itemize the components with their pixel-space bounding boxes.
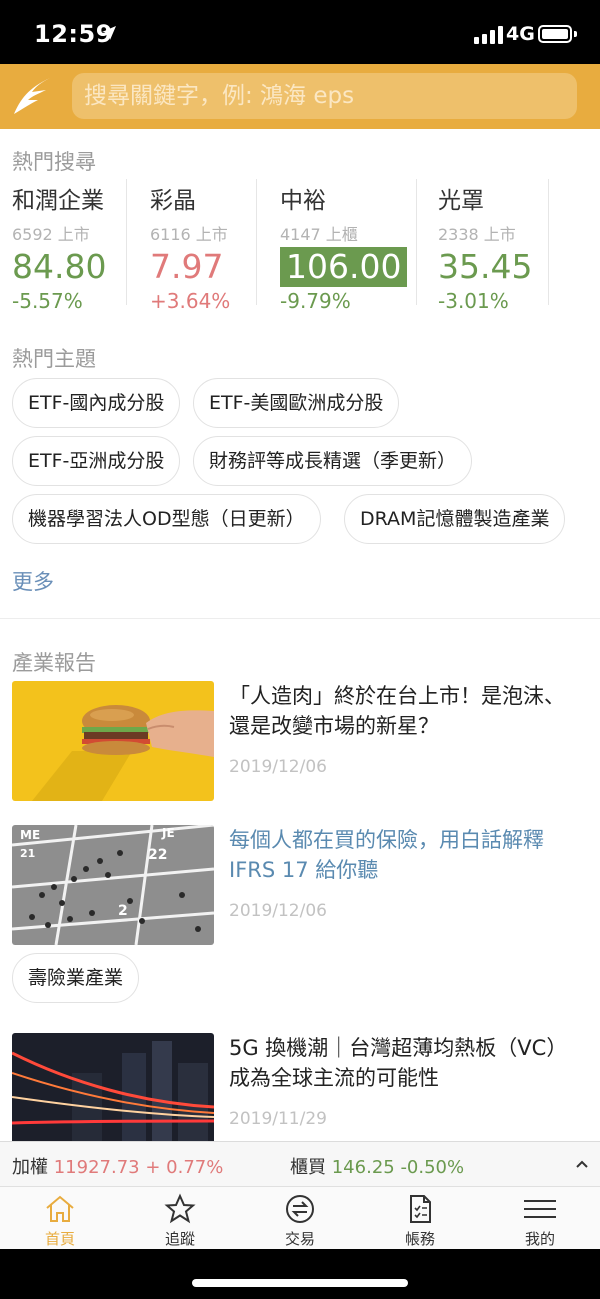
stock-price: 106.00 — [280, 247, 408, 287]
network-type: 4G — [506, 23, 535, 45]
home-icon — [46, 1195, 74, 1222]
report-date: 2019/12/06 — [229, 901, 327, 921]
battery-cap — [574, 31, 577, 37]
stock-change: +3.64% — [150, 289, 231, 313]
section-divider — [0, 618, 600, 619]
hot-search-title: 熱門搜尋 — [12, 150, 96, 174]
stock-name: 中裕 — [280, 188, 326, 214]
report-item[interactable]: 「人造肉」終於在台上市！是泡沫、還是改變市場的新星？ 2019/12/06 — [12, 681, 588, 803]
divider — [126, 179, 127, 305]
report-title[interactable]: 每個人都在買的保險，用白話解釋IFRS 17 給你聽 — [229, 825, 584, 885]
ticker-value: 146.25 -0.50% — [331, 1157, 465, 1178]
svg-text:JE: JE — [161, 826, 175, 840]
stock-price: 7.97 — [150, 247, 224, 286]
hot-topics-title: 熱門主題 — [12, 347, 96, 371]
app-logo[interactable] — [8, 70, 56, 122]
industry-reports-title: 產業報告 — [12, 651, 96, 675]
hot-stock-card[interactable]: 彩晶 6116 上市 7.97 +3.64% — [150, 181, 230, 313]
tab-label: 追蹤 — [164, 1230, 195, 1248]
hot-stock-card[interactable]: 光罩 2338 上市 35.45 -3.01% — [438, 181, 533, 313]
tab-label: 帳務 — [404, 1230, 435, 1248]
more-topics-link[interactable]: 更多 — [12, 566, 54, 596]
topic-chip[interactable]: DRAM記憶體製造產業 — [344, 494, 566, 544]
main-content[interactable]: 熱門搜尋 和潤企業 6592 上市 84.80 -5.57% 彩晶 6116 上… — [0, 129, 600, 1141]
tab-home[interactable]: 首頁 — [0, 1187, 120, 1250]
taiex-ticker: 加權 11927.73 + 0.77% — [12, 1153, 223, 1179]
stock-code: 2338 上市 — [438, 225, 516, 244]
report-title[interactable]: 「人造肉」終於在台上市！是泡沫、還是改變市場的新星？ — [229, 681, 584, 741]
topic-chip[interactable]: ETF-美國歐洲成分股 — [193, 378, 400, 428]
tab-profile[interactable]: 我的 — [480, 1187, 600, 1250]
stock-code: 6116 上市 — [150, 225, 228, 244]
status-bar: 12:59 4G — [0, 0, 600, 64]
stock-name: 光罩 — [438, 188, 484, 214]
index-ticker-bar[interactable]: 加權 11927.73 + 0.77% 櫃買 146.25 -0.50% — [0, 1141, 600, 1186]
svg-text:2: 2 — [118, 903, 128, 919]
city-light-trails-photo[interactable] — [12, 1033, 214, 1141]
stock-code: 6592 上市 — [12, 225, 90, 244]
topic-chip[interactable]: ETF-亞洲成分股 — [12, 436, 181, 486]
tab-label: 交易 — [284, 1230, 315, 1248]
home-indicator[interactable] — [192, 1279, 408, 1287]
ticker-label: 加權 — [12, 1157, 48, 1178]
hot-stock-card[interactable]: 中裕 4147 上櫃 106.00 -9.79% — [280, 181, 408, 313]
report-date: 2019/11/29 — [229, 1109, 327, 1129]
hot-stock-card[interactable]: 和潤企業 6592 上市 84.80 -5.57% — [12, 181, 107, 313]
exchange-icon — [286, 1195, 314, 1223]
app-header — [0, 64, 600, 129]
otc-ticker: 櫃買 146.25 -0.50% — [290, 1153, 464, 1179]
location-arrow-icon — [102, 26, 116, 40]
cellular-signal-icon — [474, 26, 503, 44]
svg-text:ME: ME — [20, 828, 40, 842]
crowd-calendar-photo[interactable]: ME JE 21 22 2 — [12, 825, 214, 945]
svg-text:22: 22 — [148, 847, 167, 863]
industry-tag-chip[interactable]: 壽險業產業 — [12, 953, 140, 1003]
report-date: 2019/12/06 — [229, 757, 327, 777]
divider — [548, 179, 549, 305]
report-item[interactable]: ME JE 21 22 2 每個人都在買的保險，用白話解釋IFRS 17 給你聽… — [12, 825, 588, 947]
ticker-value: 11927.73 + 0.77% — [53, 1157, 224, 1178]
report-title[interactable]: 5G 換機潮｜台灣超薄均熱板（VC） 成為全球主流的可能性 — [229, 1033, 584, 1093]
divider — [256, 179, 257, 305]
home-indicator-area — [0, 1249, 600, 1299]
topic-chip[interactable]: 財務評等成長精選（季更新） — [193, 436, 473, 486]
burger-photo[interactable] — [12, 681, 214, 801]
menu-icon — [524, 1200, 556, 1218]
stock-name: 彩晶 — [150, 188, 196, 214]
topic-chip[interactable]: 機器學習法人OD型態（日更新） — [12, 494, 321, 544]
stock-price: 84.80 — [12, 247, 107, 286]
svg-text:21: 21 — [20, 847, 35, 860]
document-icon — [410, 1195, 431, 1223]
report-item[interactable]: 5G 換機潮｜台灣超薄均熱板（VC） 成為全球主流的可能性 2019/11/29 — [12, 1033, 588, 1141]
battery-icon — [538, 25, 572, 43]
chevron-up-icon[interactable] — [574, 1156, 590, 1172]
star-icon — [164, 1193, 196, 1224]
stock-change: -9.79% — [280, 289, 351, 313]
tab-label: 我的 — [524, 1230, 555, 1248]
tab-trade[interactable]: 交易 — [240, 1187, 360, 1250]
tab-watchlist[interactable]: 追蹤 — [120, 1187, 240, 1250]
topic-chip[interactable]: ETF-國內成分股 — [12, 378, 181, 428]
divider — [416, 179, 417, 305]
stock-change: -5.57% — [12, 289, 83, 313]
stock-change: -3.01% — [438, 289, 509, 313]
stock-code: 4147 上櫃 — [280, 225, 358, 244]
ticker-label: 櫃買 — [290, 1157, 326, 1178]
stock-name: 和潤企業 — [12, 188, 104, 214]
bottom-tab-bar: 首頁 追蹤 交易 帳務 我的 — [0, 1186, 600, 1249]
search-input[interactable] — [84, 73, 564, 119]
tab-account[interactable]: 帳務 — [360, 1187, 480, 1250]
search-box[interactable] — [72, 73, 577, 119]
stock-price: 35.45 — [438, 247, 533, 286]
tab-label: 首頁 — [44, 1230, 75, 1248]
